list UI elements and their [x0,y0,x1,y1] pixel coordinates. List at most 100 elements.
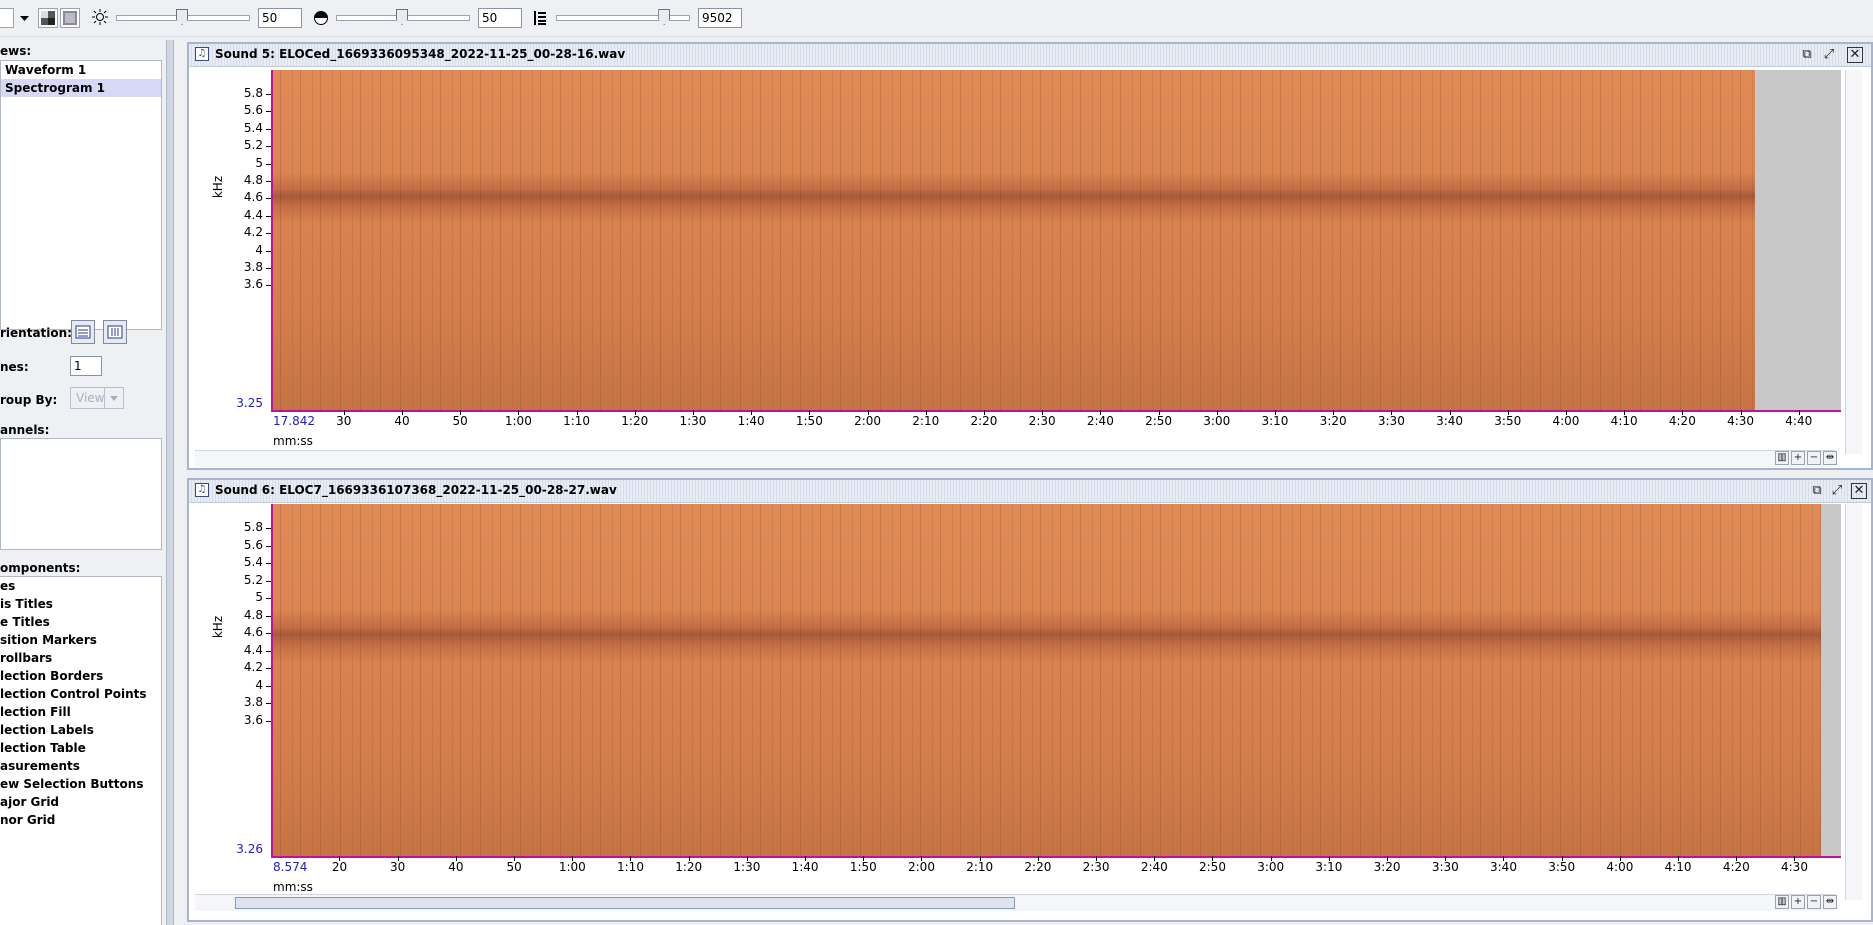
component-item[interactable]: nor Grid [0,811,161,829]
view-item-spectrogram[interactable]: Spectrogram 1 [1,79,161,97]
horizontal-scrollbar-thumb[interactable] [235,897,1015,909]
x-tick-mark [1096,856,1098,861]
zoom-out-icon[interactable]: − [1807,451,1821,465]
y-tick-label: 4.2 [243,225,263,240]
resolution-field[interactable]: 9502 [698,8,742,28]
sound-window-title: Sound 5: ELOCed_1669336095348_2022-11-25… [215,47,626,61]
y-axis-line [271,504,273,858]
y-tick-mark [266,668,271,669]
x-axis-title: mm:ss [273,434,313,448]
zoom-reset-icon[interactable]: ⇹ [1823,451,1837,465]
component-item[interactable]: lection Table [0,739,161,757]
x-tick-label: 3:10 [1261,414,1289,428]
x-tick-mark [1333,410,1335,415]
component-item[interactable]: e Titles [0,613,161,631]
x-tick-label: 3:50 [1548,860,1576,874]
y-tick-mark [266,233,271,235]
sound-window-title: Sound 6: ELOC7_1669336107368_2022-11-25_… [215,483,617,497]
horizontal-scrollbar[interactable] [195,450,1835,467]
horizontal-scrollbar[interactable] [195,894,1835,911]
contrast-slider-thumb[interactable] [396,9,408,25]
zoom-in-icon[interactable]: + [1791,451,1805,465]
zoom-out-icon[interactable]: − [1807,895,1821,909]
sound-window-title-bar[interactable]: ♫ Sound 6: ELOC7_1669336107368_2022-11-2… [189,480,1871,503]
spectrogram-image[interactable] [273,504,1821,858]
y-tick-label: 3.8 [243,260,263,274]
x-tick-label: 3:20 [1319,414,1347,428]
component-item[interactable]: es [0,577,161,595]
view-button[interactable] [0,8,14,28]
panel-splitter[interactable] [166,40,174,925]
y-tick-label: 4.6 [243,625,263,639]
x-tick-mark [1037,856,1039,861]
x-tick-label: 4:30 [1727,414,1755,428]
minimize-icon[interactable]: ⧉ [1799,47,1815,63]
x-tick-mark [339,856,341,861]
y-tick-mark [266,685,271,687]
view-item-waveform[interactable]: Waveform 1 [1,61,161,79]
vertical-scrollbar[interactable] [1845,70,1862,454]
component-item[interactable]: lection Borders [0,667,161,685]
x-tick-label: 1:00 [504,414,532,428]
zoom-fit-icon[interactable]: ▥ [1775,451,1789,465]
y-tick-label: 5.4 [243,555,263,569]
sound-window-title-bar[interactable]: ♫ Sound 5: ELOCed_1669336095348_2022-11-… [189,44,1871,67]
orientation-horizontal-button[interactable] [71,320,95,344]
maximize-icon[interactable]: ⤢ [1821,47,1837,63]
resolution-slider-thumb[interactable] [658,9,671,25]
lines-field[interactable]: 1 [70,356,102,376]
group-by-select[interactable]: View [70,387,124,409]
brightness-slider-thumb[interactable] [176,9,188,25]
x-tick-mark [1274,410,1276,415]
x-tick-mark [751,410,753,415]
x-tick-label: 1:20 [621,414,649,428]
spectrogram-image[interactable] [273,70,1756,412]
vertical-scrollbar[interactable] [1845,504,1862,900]
component-item[interactable]: ajor Grid [0,793,161,811]
close-icon[interactable]: ✕ [1847,47,1863,63]
component-item[interactable]: sition Markers [0,631,161,649]
zoom-reset-icon[interactable]: ⇹ [1823,895,1837,909]
component-item[interactable]: lection Fill [0,703,161,721]
close-icon[interactable]: ✕ [1851,483,1867,499]
y-min-label: 3.25 [236,396,263,410]
component-item[interactable]: asurements [0,757,161,775]
contrast-icon [313,10,329,29]
x-tick-label: 4:40 [1785,414,1813,428]
component-item[interactable]: lection Control Points [0,685,161,703]
contrast-field[interactable]: 50 [478,8,522,28]
spectrogram-empty-area [1755,70,1841,412]
colormap-icon[interactable] [60,8,80,28]
x-tick-label: 4:10 [1664,860,1692,874]
x-tick-label: 1:40 [791,860,819,874]
x-tick-label: 1:30 [733,860,761,874]
dropdown-arrow-icon[interactable] [15,8,35,28]
brightness-field[interactable]: 50 [258,8,302,28]
brightness-icon [92,9,108,28]
x-tick-mark [1212,856,1214,861]
component-item[interactable]: lection Labels [0,721,161,739]
zoom-in-icon[interactable]: + [1791,895,1805,909]
x-tick-label: 2:50 [1145,414,1173,428]
x-tick-label: 50 [506,860,522,874]
x-tick-label: 3:30 [1377,414,1405,428]
maximize-icon[interactable]: ⤢ [1829,483,1845,499]
grayscale-icon[interactable] [38,8,58,28]
component-item[interactable]: rollbars [0,649,161,667]
zoom-fit-icon[interactable]: ▥ [1775,895,1789,909]
x-tick-mark [1387,856,1389,861]
sound-icon: ♫ [195,47,209,61]
y-tick-mark [266,215,271,217]
component-item[interactable]: ew Selection Buttons [0,775,161,793]
y-tick-label: 4 [255,242,263,257]
x-start-label: 17.842 [273,414,315,428]
x-tick-label: 4:20 [1722,860,1750,874]
x-tick-label: 1:50 [849,860,877,874]
component-item[interactable]: is Titles [0,595,161,613]
views-heading: ews: [0,44,32,58]
y-tick-label: 4.4 [243,642,263,657]
orientation-vertical-button[interactable] [103,320,127,344]
y-axis-title: kHz [211,615,226,639]
minimize-icon[interactable]: ⧉ [1809,483,1825,499]
channels-heading: annels: [0,423,50,437]
